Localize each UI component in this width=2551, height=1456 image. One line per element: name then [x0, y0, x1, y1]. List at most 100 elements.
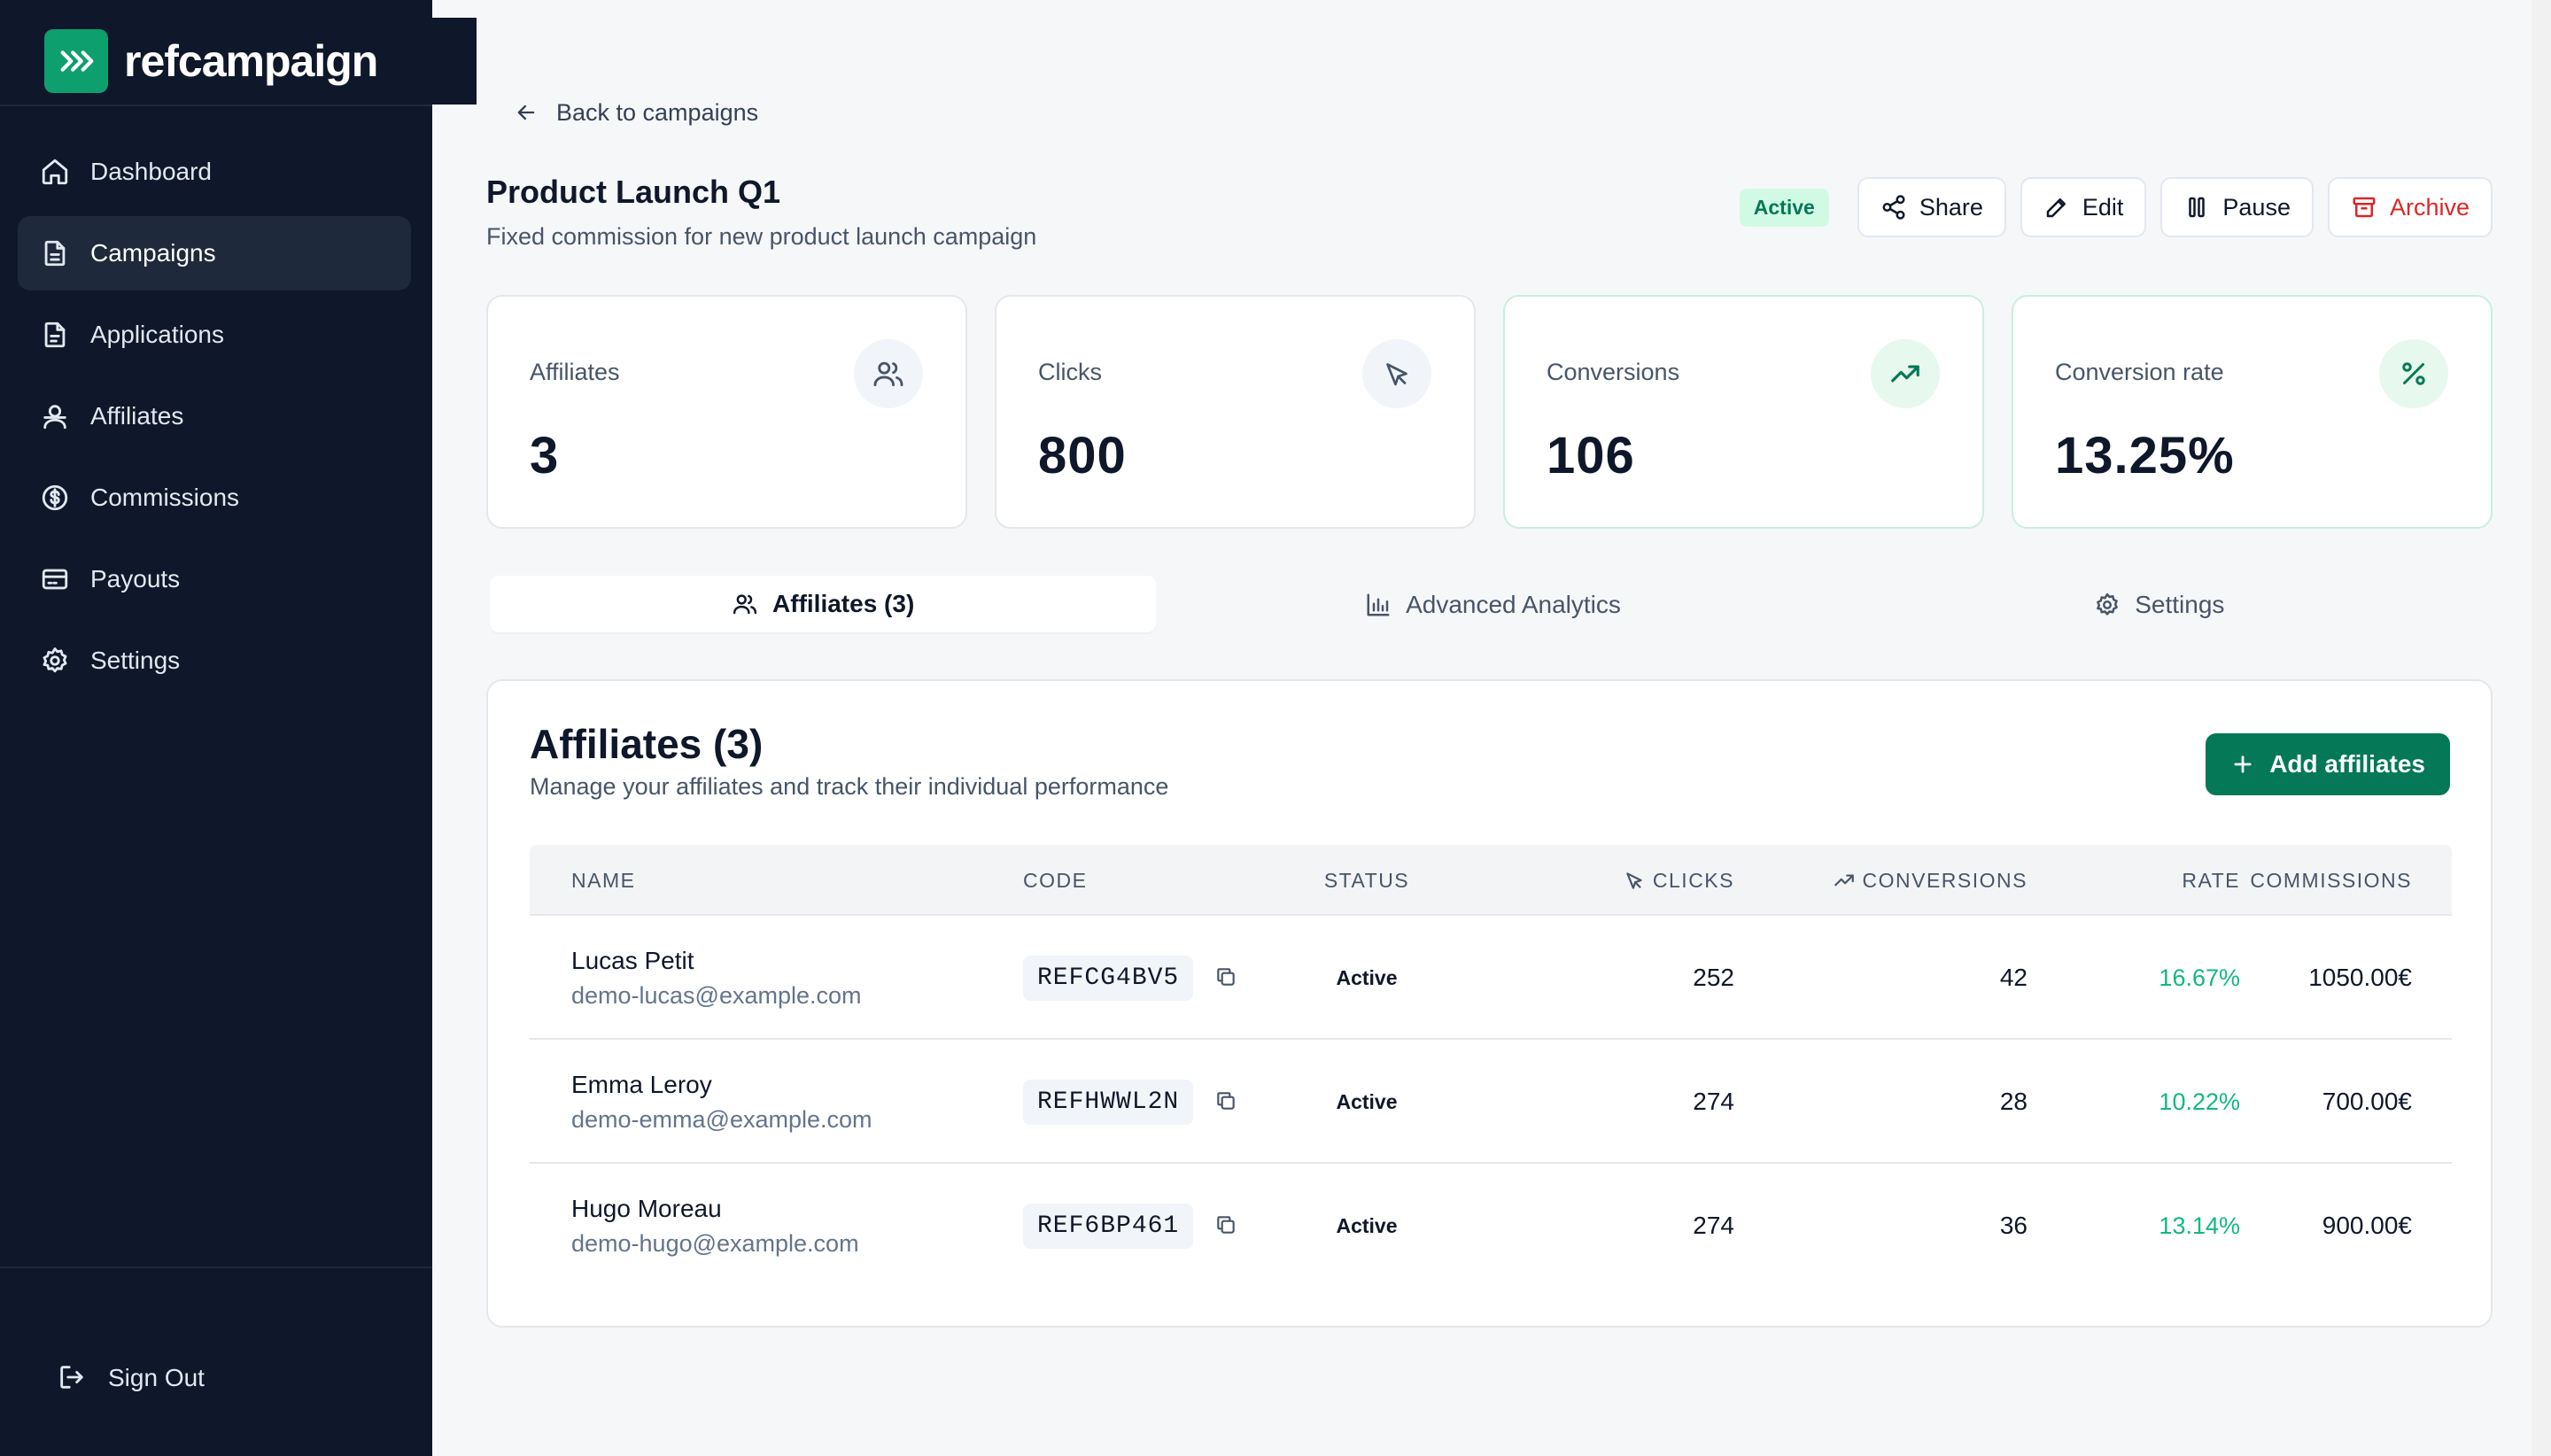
sidebar-item-label: Commissions	[90, 484, 240, 511]
gear-icon	[2094, 592, 2121, 618]
dollar-icon	[39, 482, 71, 514]
cursor-icon	[1362, 339, 1431, 408]
sidebar-item-label: Settings	[90, 647, 181, 674]
edit-button[interactable]: Edit	[2020, 177, 2147, 237]
clicks-value: 274	[1693, 1212, 1734, 1239]
add-affiliates-label: Add affiliates	[2269, 750, 2425, 778]
share-button[interactable]: Share	[1857, 177, 2006, 237]
code-cell: REFHWWL2N	[1023, 1040, 1239, 1164]
stats-row: Affiliates 3 Clicks 800 Conversions 106 …	[486, 295, 2493, 529]
sidebar-item-settings[interactable]: Settings	[18, 623, 411, 698]
document-icon	[39, 237, 71, 269]
back-label: Back to campaigns	[556, 99, 759, 126]
tab-label: Advanced Analytics	[1406, 591, 1621, 618]
users-icon	[39, 400, 71, 432]
affiliate-email: demo-lucas@example.com	[571, 981, 862, 1009]
table-row[interactable]: Hugo Moreau demo-hugo@example.com REF6BP…	[530, 1164, 2452, 1288]
column-header-conversions[interactable]: CONVERSIONS	[1770, 845, 2028, 916]
archive-button[interactable]: Archive	[2327, 177, 2493, 237]
column-label: RATE	[2182, 868, 2240, 892]
trending-up-icon	[1871, 339, 1940, 408]
add-affiliates-button[interactable]: Add affiliates	[2206, 733, 2450, 795]
copy-icon[interactable]	[1214, 965, 1239, 990]
pause-label: Pause	[2222, 193, 2291, 221]
sidebar-item-label: Campaigns	[90, 239, 216, 267]
column-header-code[interactable]: CODE	[1023, 845, 1087, 916]
panel-subtitle: Manage your affiliates and track their i…	[530, 773, 1169, 800]
stat-card-conversion-rate: Conversion rate 13.25%	[2012, 295, 2493, 529]
affiliate-email: demo-emma@example.com	[571, 1105, 872, 1133]
sidebar-divider	[0, 105, 432, 106]
status-cell: Active	[1305, 916, 1429, 1040]
sidebar-item-affiliates[interactable]: Affiliates	[18, 379, 411, 453]
sidebar-item-label: Dashboard	[90, 158, 212, 185]
referral-code: REF6BP461	[1023, 1203, 1194, 1249]
sidebar-item-campaigns[interactable]: Campaigns	[18, 216, 411, 290]
conversions-value: 28	[1999, 1088, 2028, 1115]
column-label: CONVERSIONS	[1862, 868, 2028, 892]
pause-icon	[2183, 194, 2210, 221]
conversions-value: 42	[1999, 964, 2028, 991]
sidebar-item-commissions[interactable]: Commissions	[18, 461, 411, 535]
page-title: Product Launch Q1	[486, 174, 781, 210]
tab-affiliates[interactable]: Affiliates (3)	[490, 576, 1157, 632]
column-label: COMMISSIONS	[2250, 868, 2412, 892]
sidebar: Dashboard Campaigns Applications Affilia…	[0, 0, 432, 1456]
stat-card-affiliates: Affiliates 3	[486, 295, 967, 529]
panel-title: Affiliates (3)	[530, 721, 764, 767]
users-icon	[854, 339, 923, 408]
conversions-value: 36	[1999, 1212, 2028, 1239]
stat-label: Conversion rate	[2055, 359, 2224, 385]
sidebar-item-payouts[interactable]: Payouts	[18, 542, 411, 616]
tab-label: Affiliates (3)	[772, 590, 915, 617]
sidebar-item-label: Affiliates	[90, 402, 184, 430]
column-header-rate[interactable]: RATE	[2080, 845, 2240, 916]
page-scrollbar[interactable]	[2532, 0, 2551, 1456]
bar-chart-icon	[1365, 592, 1392, 618]
affiliate-name: Emma Leroy	[571, 1070, 712, 1098]
column-label: STATUS	[1323, 868, 1410, 892]
tab-advanced-analytics[interactable]: Advanced Analytics	[1159, 572, 1826, 638]
table-row[interactable]: Lucas Petit demo-lucas@example.com REFCG…	[530, 916, 2452, 1040]
sidebar-item-applications[interactable]: Applications	[18, 298, 411, 372]
sidebar-nav: Dashboard Campaigns Applications Affilia…	[18, 135, 411, 705]
rate-value: 13.14%	[2159, 1212, 2240, 1239]
campaign-tabs: Affiliates (3) Advanced Analytics Settin…	[486, 572, 2493, 638]
trending-up-icon	[1833, 869, 1856, 892]
table-header: NAME CODE STATUS CLICKS CONVERSIONS RATE…	[530, 845, 2452, 916]
plus-icon	[2230, 752, 2255, 777]
back-to-campaigns-link[interactable]: Back to campaigns	[514, 99, 758, 127]
stat-label: Conversions	[1547, 359, 1680, 385]
copy-icon[interactable]	[1214, 1213, 1239, 1238]
page-subtitle: Fixed commission for new product launch …	[486, 223, 1037, 250]
affiliates-table: NAME CODE STATUS CLICKS CONVERSIONS RATE…	[530, 845, 2452, 1288]
percent-icon	[2379, 339, 2448, 408]
code-cell: REFCG4BV5	[1023, 916, 1239, 1040]
column-header-clicks[interactable]: CLICKS	[1504, 845, 1734, 916]
cursor-icon	[1623, 869, 1646, 892]
column-header-status[interactable]: STATUS	[1305, 845, 1429, 916]
copy-icon[interactable]	[1214, 1089, 1239, 1114]
status-badge: Active	[1336, 1089, 1398, 1113]
affiliate-name: Lucas Petit	[571, 946, 694, 974]
pause-button[interactable]: Pause	[2160, 177, 2314, 237]
affiliates-panel: Affiliates (3) Manage your affiliates an…	[486, 679, 2493, 1328]
table-row[interactable]: Emma Leroy demo-emma@example.com REFHWWL…	[530, 1040, 2452, 1164]
sign-out-button[interactable]: Sign Out	[57, 1362, 205, 1394]
sidebar-item-dashboard[interactable]: Dashboard	[18, 135, 411, 209]
sidebar-item-label: Applications	[90, 321, 224, 348]
column-header-name[interactable]: NAME	[571, 845, 635, 916]
sidebar-item-label: Payouts	[90, 565, 181, 592]
commissions-value: 900.00€	[2322, 1212, 2412, 1239]
brand-header[interactable]: refcampaign	[0, 18, 477, 105]
arrow-left-icon	[514, 100, 540, 127]
column-header-commissions[interactable]: COMMISSIONS	[2250, 845, 2412, 916]
sidebar-bottom-divider	[0, 1266, 432, 1268]
edit-label: Edit	[2082, 193, 2124, 221]
brand-name: refcampaign	[124, 36, 378, 86]
column-label: CLICKS	[1652, 868, 1734, 892]
referral-code: REFCG4BV5	[1023, 955, 1194, 1001]
stat-value: 13.25%	[2055, 427, 2235, 484]
column-label: NAME	[571, 868, 636, 892]
tab-settings[interactable]: Settings	[1826, 572, 2493, 638]
